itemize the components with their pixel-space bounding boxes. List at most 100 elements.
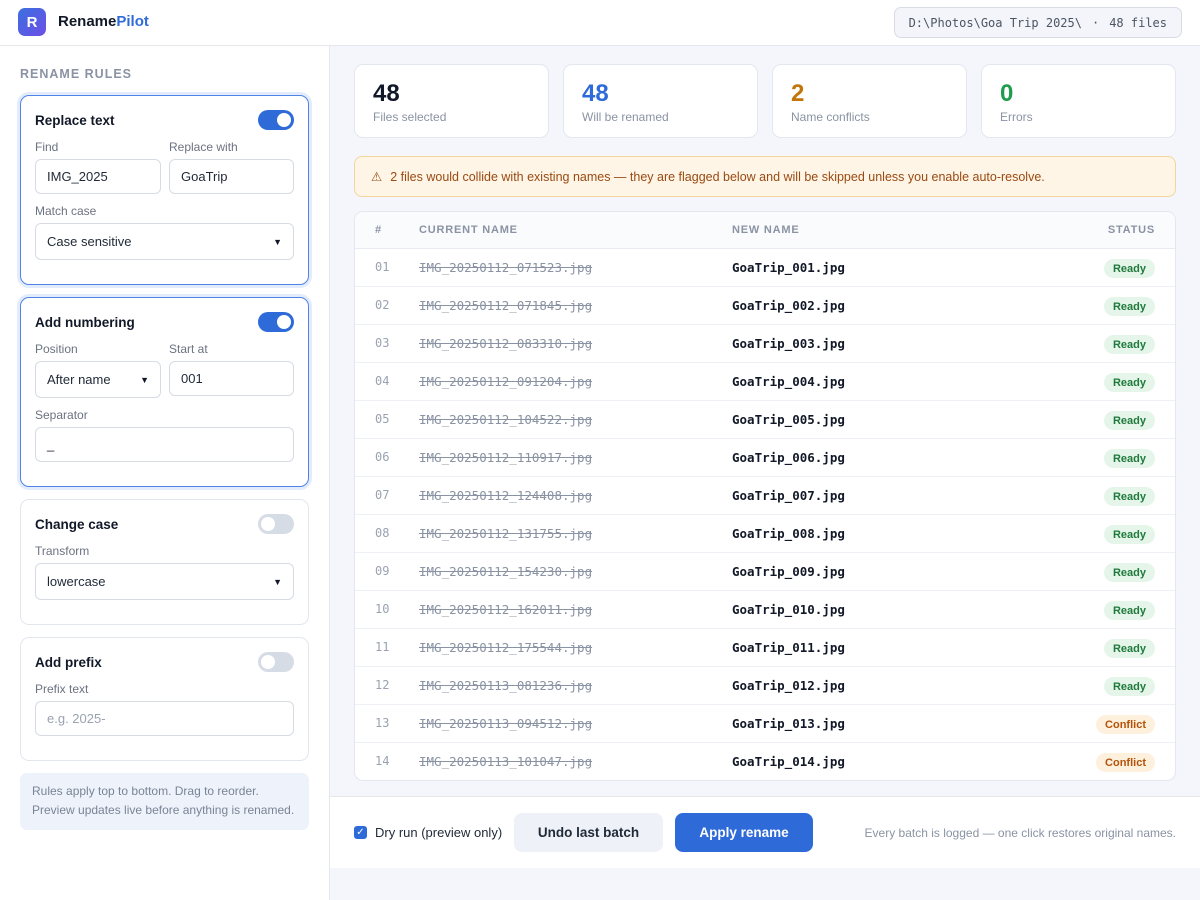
row-number: 02 (375, 298, 390, 312)
stat-value: 2 (791, 80, 805, 107)
rules-hint: Rules apply top to bottom. Drag to reord… (20, 773, 309, 830)
table-row[interactable]: 04 IMG_20250112_091204.jpg GoaTrip_004.jpg… (355, 363, 1175, 401)
current-name: IMG_20250113_094512.jpg (419, 716, 593, 731)
toggle-knob (261, 517, 275, 531)
brand-main: Rename (58, 13, 117, 30)
new-name: GoaTrip_012.jpg (732, 678, 845, 693)
row-number: 09 (375, 564, 390, 578)
warning-icon: ⚠ (371, 170, 383, 184)
banner-text: 2 files would collide with existing name… (390, 169, 1045, 184)
apply-rename-button[interactable]: Apply rename (675, 813, 813, 852)
table-row[interactable]: 03 IMG_20250112_083310.jpg GoaTrip_003.jpg… (355, 325, 1175, 363)
row-number: 14 (375, 754, 390, 768)
rule-toggle-replace-text[interactable] (258, 110, 294, 130)
separator-input[interactable]: _ (35, 427, 294, 462)
current-name: IMG_20250112_175544.jpg (419, 640, 593, 655)
table-row[interactable]: 10 IMG_20250112_162011.jpg GoaTrip_010.jpg… (355, 591, 1175, 629)
rules-hint-line: Rules apply top to bottom. Drag to reord… (32, 784, 259, 798)
new-name: GoaTrip_006.jpg (732, 450, 845, 465)
rule-card-add-prefix[interactable]: Add prefix Prefix text e.g. 2025- (20, 637, 309, 761)
folder-path: D:\Photos\Goa Trip 2025\ (908, 15, 1082, 30)
new-name: GoaTrip_014.jpg (732, 754, 845, 769)
new-name: GoaTrip_004.jpg (732, 374, 845, 389)
toggle-knob (261, 655, 275, 669)
stat-errors: 0 Errors (981, 64, 1176, 138)
status-badge: Ready (1103, 335, 1155, 354)
table-row[interactable]: 05 IMG_20250112_104522.jpg GoaTrip_005.jpg… (355, 401, 1175, 439)
new-name: GoaTrip_003.jpg (732, 336, 845, 351)
path-separator: · (1091, 15, 1100, 30)
file-count: 48 files (1109, 15, 1167, 30)
table-row[interactable]: 09 IMG_20250112_154230.jpg GoaTrip_009.jpg… (355, 553, 1175, 591)
stat-name-conflicts: 2 Name conflicts (772, 64, 967, 138)
top-bar: R RenamePilot D:\Photos\Goa Trip 2025\ ·… (0, 0, 1200, 46)
col-header-status: STATUS (1107, 224, 1155, 236)
table-row[interactable]: 06 IMG_20250112_110917.jpg GoaTrip_006.jpg… (355, 439, 1175, 477)
rule-toggle-add-numbering[interactable] (258, 312, 294, 332)
conflict-warning-banner: ⚠ 2 files would collide with existing na… (354, 156, 1176, 197)
table-row[interactable]: 13 IMG_20250113_094512.jpg GoaTrip_013.jpg… (355, 705, 1175, 743)
table-row[interactable]: 12 IMG_20250113_081236.jpg GoaTrip_012.jpg… (355, 667, 1175, 705)
match-case-select[interactable]: Case sensitive ▼ (35, 223, 294, 260)
status-badge: Ready (1103, 411, 1155, 430)
rule-card-replace-text[interactable]: Replace text Find IMG_2025 Replace with … (20, 95, 309, 285)
position-label: Position (35, 342, 78, 356)
preview-panel: 48 Files selected 48 Will be renamed 2 N… (330, 46, 1200, 900)
row-number: 11 (375, 640, 390, 654)
status-badge: Conflict (1096, 753, 1155, 772)
rule-title: Replace text (35, 113, 115, 128)
table-row[interactable]: 08 IMG_20250112_131755.jpg GoaTrip_008.jpg… (355, 515, 1175, 553)
current-name: IMG_20250112_083310.jpg (419, 336, 593, 351)
status-badge: Ready (1103, 525, 1155, 544)
stat-label: Will be renamed (582, 110, 669, 124)
row-number: 13 (375, 716, 390, 730)
new-name: GoaTrip_011.jpg (732, 640, 845, 655)
start-at-label: Start at (169, 342, 208, 356)
current-name: IMG_20250113_081236.jpg (419, 678, 593, 693)
table-row[interactable]: 11 IMG_20250112_175544.jpg GoaTrip_011.jpg… (355, 629, 1175, 667)
col-header-new-name: NEW NAME (732, 224, 800, 236)
footer-note: Every batch is logged — one click restor… (864, 826, 1176, 840)
rules-hint-line: Preview updates live before anything is … (32, 803, 295, 817)
replace-input[interactable]: GoaTrip (169, 159, 294, 194)
table-row[interactable]: 01 IMG_20250112_071523.jpg GoaTrip_001.jpg… (355, 249, 1175, 287)
transform-select[interactable]: lowercase ▼ (35, 563, 294, 600)
rule-toggle-add-prefix[interactable] (258, 652, 294, 672)
folder-path-chip[interactable]: D:\Photos\Goa Trip 2025\ · 48 files (893, 7, 1182, 38)
match-case-label: Match case (35, 204, 97, 218)
status-badge: Ready (1103, 601, 1155, 620)
current-name: IMG_20250112_104522.jpg (419, 412, 593, 427)
rule-card-add-numbering[interactable]: Add numbering Position After name ▼ Star… (20, 297, 309, 487)
current-name: IMG_20250112_110917.jpg (419, 450, 593, 465)
separator-label: Separator (35, 408, 88, 422)
app-title: RenamePilot (58, 13, 149, 30)
toggle-knob (277, 315, 291, 329)
rule-card-change-case[interactable]: Change case Transform lowercase ▼ (20, 499, 309, 625)
position-value: After name (47, 372, 111, 387)
match-case-value: Case sensitive (47, 234, 132, 249)
stat-label: Name conflicts (791, 110, 870, 124)
prefix-input[interactable]: e.g. 2025- (35, 701, 294, 736)
table-row[interactable]: 07 IMG_20250112_124408.jpg GoaTrip_007.jpg… (355, 477, 1175, 515)
table-row[interactable]: 02 IMG_20250112_071845.jpg GoaTrip_002.jpg… (355, 287, 1175, 325)
status-badge: Ready (1103, 259, 1155, 278)
dry-run-label[interactable]: Dry run (preview only) (375, 825, 502, 840)
new-name: GoaTrip_001.jpg (732, 260, 845, 275)
undo-last-batch-button[interactable]: Undo last batch (514, 813, 663, 852)
row-number: 06 (375, 450, 390, 464)
row-number: 05 (375, 412, 390, 426)
stat-value: 48 (582, 80, 609, 107)
rule-title: Add prefix (35, 655, 102, 670)
table-row[interactable]: 14 IMG_20250113_101047.jpg GoaTrip_014.jpg… (355, 743, 1175, 780)
current-name: IMG_20250112_071523.jpg (419, 260, 593, 275)
rule-toggle-change-case[interactable] (258, 514, 294, 534)
dry-run-checkbox[interactable]: ✓ (354, 826, 367, 839)
start-at-input[interactable]: 001 (169, 361, 294, 396)
current-name: IMG_20250113_101047.jpg (419, 754, 593, 769)
position-select[interactable]: After name ▼ (35, 361, 161, 398)
status-badge: Ready (1103, 639, 1155, 658)
row-number: 07 (375, 488, 390, 502)
find-input[interactable]: IMG_2025 (35, 159, 161, 194)
rename-preview-table: # CURRENT NAME NEW NAME STATUS 01 IMG_202… (354, 211, 1176, 781)
chevron-down-icon: ▼ (140, 374, 149, 385)
